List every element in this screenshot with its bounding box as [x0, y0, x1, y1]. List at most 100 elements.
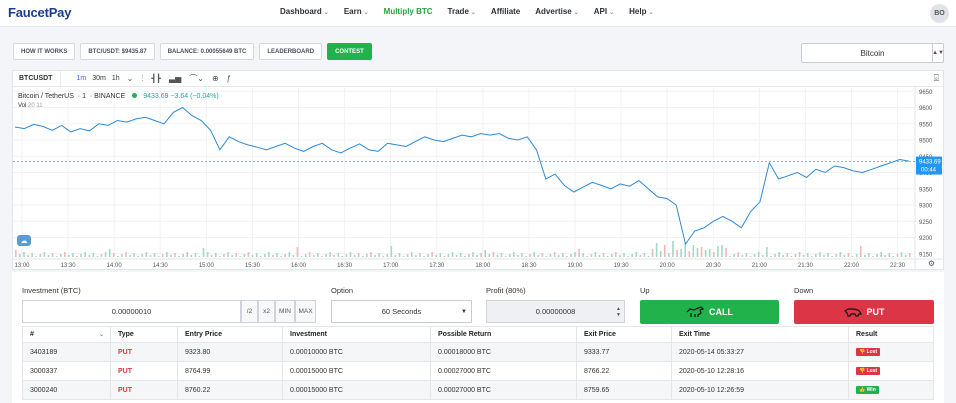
volume-bar [602, 253, 605, 257]
half-button[interactable]: /2 [241, 300, 258, 323]
x-tick-label: 19:30 [614, 263, 630, 269]
investment-input[interactable]: 0.00000010 [22, 300, 241, 323]
nav-item-affiliate[interactable]: Affiliate [491, 7, 520, 16]
compare-plus-icon[interactable]: ⊕ [208, 74, 223, 83]
volume-bar [292, 255, 295, 257]
volume-bar [170, 255, 172, 257]
interval-1h[interactable]: 1h [109, 75, 123, 82]
volume-bar [198, 256, 201, 257]
down-label: Down [794, 286, 814, 295]
volume-bar [798, 252, 801, 257]
volume-bar [517, 255, 519, 257]
volume-bar [745, 253, 748, 257]
price-chart-svg[interactable]: 9150920092509300935094009450950095509600… [13, 71, 943, 269]
nav-item-help[interactable]: Help ⌄ [629, 7, 653, 16]
volume-bar [582, 253, 584, 257]
candles-icon[interactable]: ┫┣ [147, 74, 165, 83]
cell-id: 3000240 [22, 380, 111, 400]
nav-item-earn[interactable]: Earn ⌄ [344, 7, 369, 16]
y-tick-label: 9600 [919, 106, 933, 112]
volume-bar [288, 252, 291, 257]
volume-bar [553, 252, 556, 257]
coin-select[interactable]: Bitcoin ▲▼ [801, 43, 944, 63]
line-chart-icon[interactable]: ⌒⌄ [185, 73, 208, 84]
header-id[interactable]: # ⌄ [22, 326, 111, 343]
chevron-down-icon: ▼ [461, 308, 467, 315]
nav-item-trade[interactable]: Trade ⌄ [448, 7, 476, 16]
volume-bar [84, 252, 86, 257]
call-button[interactable]: CALL [640, 300, 779, 324]
interval-dropdown-icon[interactable]: ⌄ [123, 74, 138, 83]
legend-interval: 1 [82, 93, 86, 100]
volume-bar [125, 252, 127, 257]
nav-item-advertise[interactable]: Advertise ⌄ [535, 7, 579, 16]
option-select[interactable]: 60 Seconds ▼ [331, 300, 472, 323]
volume-bar [117, 256, 119, 257]
gear-icon[interactable]: ⚙ [928, 259, 935, 268]
chevron-down-icon: ⌄ [573, 10, 579, 16]
chevron-down-icon: ▲▼ [932, 44, 944, 62]
double-button[interactable]: x2 [258, 300, 275, 323]
nav-item-dashboard[interactable]: Dashboard ⌄ [280, 7, 329, 16]
volume-bar [186, 252, 189, 257]
volume-bar [835, 254, 838, 257]
volume-bar [712, 252, 715, 257]
volume-bar [684, 243, 687, 257]
nav-item-label: Affiliate [490, 7, 521, 16]
volume-bar [843, 255, 846, 257]
min-button[interactable]: MIN [275, 300, 295, 323]
max-button[interactable]: MAX [295, 300, 316, 323]
interval-30m[interactable]: 30m [89, 75, 109, 82]
sort-icon[interactable]: ⌄ [99, 331, 104, 338]
nav-item-api[interactable]: API ⌄ [594, 7, 614, 16]
cell-possible-return: 0.00027000 BTC [430, 361, 577, 381]
cell-exit-price: 8759.65 [576, 380, 672, 400]
leaderboard-button[interactable]: LEADERBOARD [259, 43, 323, 60]
volume-bar [243, 254, 246, 257]
bar-type-icon[interactable]: ⫶ [137, 74, 147, 84]
faucetpay-logo[interactable]: FaucetPay [8, 5, 71, 20]
contest-button[interactable]: CONTEST [327, 43, 372, 60]
volume-bar [202, 248, 205, 257]
put-button[interactable]: PUT [794, 300, 934, 324]
volume-bar [39, 254, 42, 257]
volume-bar [153, 253, 156, 257]
volume-bar [606, 256, 609, 257]
volume-bar [643, 253, 646, 257]
cell-id: 3403189 [22, 342, 111, 362]
cloud-icon[interactable]: ☁ [17, 235, 31, 246]
volume-bar [884, 255, 887, 257]
nav-item-multiply-btc[interactable]: Multiply BTC [384, 7, 433, 16]
volume-bar [174, 253, 176, 257]
chevron-down-icon: ⌄ [323, 10, 329, 16]
how-it-works-button[interactable]: HOW IT WORKS [13, 43, 76, 60]
volume-bar [647, 256, 650, 257]
volume-bar [317, 253, 319, 257]
up-label: Up [640, 286, 650, 295]
volume-bar [31, 253, 33, 257]
volume-bar [378, 253, 380, 257]
volume-bar [345, 254, 348, 257]
volume-bar [876, 254, 878, 257]
user-avatar[interactable]: BO [930, 4, 949, 23]
volume-bar [284, 254, 286, 257]
volume-bar [778, 252, 780, 257]
volume-bar [815, 254, 817, 257]
volume-bar [272, 255, 274, 257]
interval-1m[interactable]: 1m [73, 75, 89, 82]
profit-field: 0.00000008 ▲ ▼ [486, 300, 625, 323]
investment-label: Investment (BTC) [22, 286, 81, 295]
table-row: 3403189 PUT 9323.80 0.00010000 BTC 0.0001800… [22, 342, 934, 362]
x-tick-label: 18:30 [521, 263, 537, 269]
cell-result: 👎 Lost [848, 361, 934, 381]
volume-bar [43, 252, 46, 257]
volume-bar [223, 254, 225, 257]
indicators-icon[interactable]: ƒ [223, 74, 235, 83]
camera-icon[interactable]: ⌻ [934, 73, 939, 84]
volume-bar [688, 251, 691, 257]
chart-symbol[interactable]: BTCUSDT [13, 71, 62, 86]
call-label: CALL [709, 307, 733, 317]
volume-bar [443, 256, 446, 257]
volume-bar [459, 253, 462, 257]
area-chart-icon[interactable]: ▃▅ [165, 74, 185, 83]
